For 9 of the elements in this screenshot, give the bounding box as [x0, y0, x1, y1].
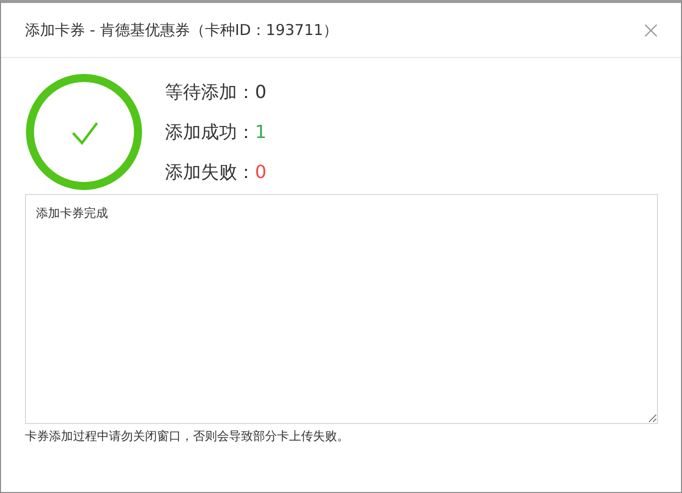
stat-value: 0	[255, 80, 266, 104]
log-field[interactable]: 添加卡券完成	[25, 194, 658, 424]
stat-value: 0	[255, 160, 266, 184]
stat-value: 1	[255, 120, 266, 144]
stat-label: 添加失败：	[165, 160, 255, 184]
stat-label: 等待添加：	[165, 80, 255, 104]
notice-text: 卡券添加过程中请勿关闭窗口，否则会导致部分卡上传失败。	[25, 428, 350, 445]
stat-label: 添加成功：	[165, 120, 255, 144]
dialog-title: 添加卡券 - 肯德基优惠券（卡种ID：193711）	[25, 20, 338, 40]
